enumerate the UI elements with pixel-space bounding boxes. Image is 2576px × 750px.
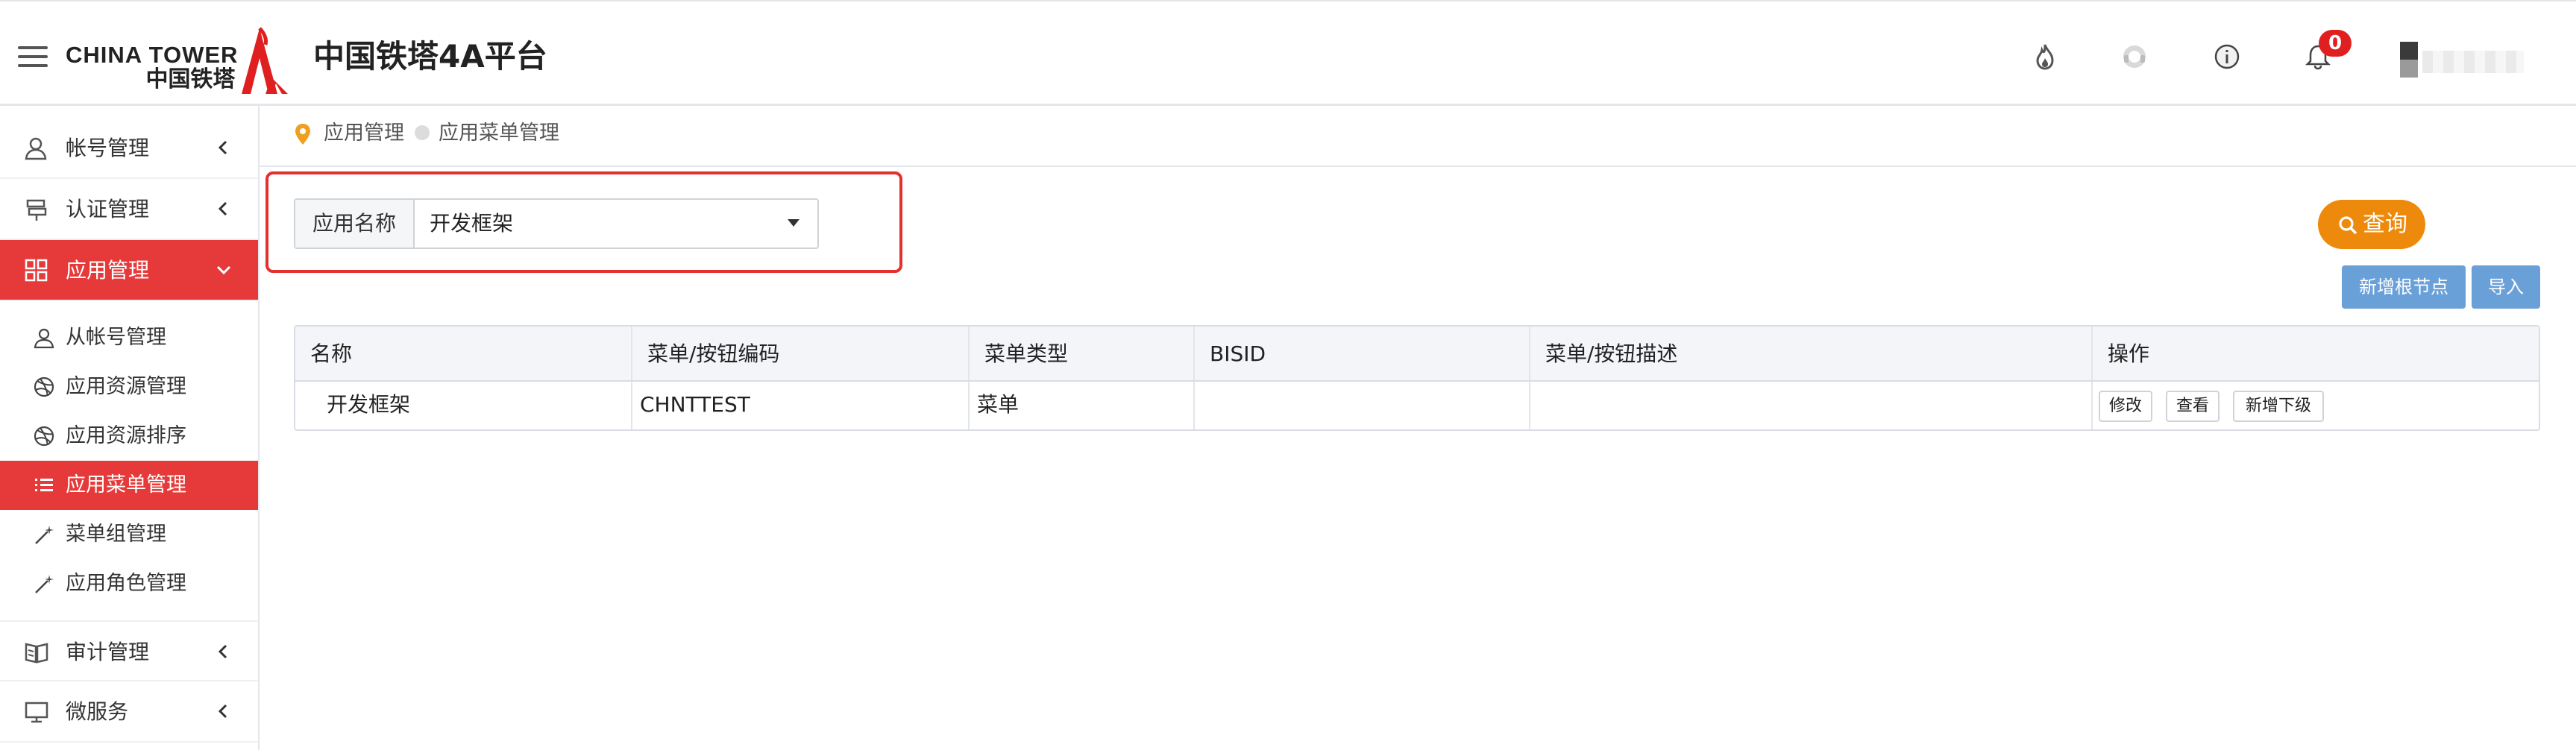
magic-wand-icon <box>35 526 54 544</box>
sidebar-subitem-app-role[interactable]: 应用角色管理 <box>0 559 258 608</box>
breadcrumb: 应用管理 应用菜单管理 <box>260 106 2576 167</box>
menu-toggle-icon[interactable] <box>18 46 48 67</box>
query-button-label: 查询 <box>2363 211 2407 237</box>
cell-code: CHNTTEST <box>632 382 970 429</box>
chevron-left-icon <box>218 140 227 155</box>
monitor-icon <box>25 702 48 723</box>
location-pin-icon <box>295 124 310 145</box>
sidebar-item-label: 帐号管理 <box>66 136 150 160</box>
dribbble-icon <box>34 426 54 447</box>
app-name-select[interactable]: 开发框架 <box>415 200 817 248</box>
sidebar: 帐号管理 认证管理 应用管理 从帐号管理 应用资源管理 应用资源排序 应用菜单管… <box>0 106 260 750</box>
support-headset-icon[interactable] <box>2120 42 2149 72</box>
sidebar-item-auth[interactable]: 认证管理 <box>0 179 258 240</box>
china-tower-logo-icon <box>242 27 288 94</box>
breadcrumb-separator <box>415 125 430 140</box>
sidebar-subitem-label: 从帐号管理 <box>66 326 166 349</box>
logo: CHINA TOWER 中国铁塔 <box>66 43 238 92</box>
list-icon <box>35 479 53 491</box>
sidebar-item-audit[interactable]: 审计管理 <box>0 620 258 681</box>
user-account-icon <box>25 137 47 160</box>
column-header: 菜单/按钮编码 <box>632 327 970 380</box>
sidebar-subitem-label: 应用资源排序 <box>66 424 186 447</box>
notification-badge: 0 <box>2319 30 2352 57</box>
column-header: 菜单类型 <box>970 327 1195 380</box>
cell-desc <box>1530 382 2093 429</box>
user-icon <box>34 328 54 349</box>
app-title: 中国铁塔4A平台 <box>313 38 547 75</box>
edit-button[interactable]: 修改 <box>2099 391 2152 422</box>
cell-type: 菜单 <box>970 382 1195 429</box>
top-header: CHINA TOWER 中国铁塔 中国铁塔4A平台 0 <box>0 0 2576 106</box>
menu-table: 名称 菜单/按钮编码 菜单类型 BISID 菜单/按钮描述 操作 开发框架 CH… <box>294 325 2540 431</box>
add-child-button[interactable]: 新增下级 <box>2233 391 2324 422</box>
logo-chinese: 中国铁塔 <box>145 66 236 92</box>
sidebar-subitem-label: 菜单组管理 <box>66 523 166 546</box>
sidebar-subitem-sub-account[interactable]: 从帐号管理 <box>0 313 258 362</box>
sidebar-subitem-label: 应用菜单管理 <box>66 473 186 497</box>
sidebar-item-account[interactable]: 帐号管理 <box>0 118 258 179</box>
signpost-icon <box>26 199 47 221</box>
book-icon <box>25 643 48 664</box>
dribbble-icon <box>34 376 54 397</box>
view-button[interactable]: 查看 <box>2166 391 2220 422</box>
search-icon <box>2339 216 2357 235</box>
app-name-selected-value: 开发框架 <box>430 211 514 236</box>
sidebar-item-microservice[interactable]: 微服务 <box>0 681 258 743</box>
app-name-filter: 应用名称 开发框架 <box>294 198 819 249</box>
sidebar-item-label: 认证管理 <box>66 197 150 221</box>
cell-bisid <box>1195 382 1530 429</box>
logo-english: CHINA TOWER <box>66 42 239 68</box>
column-header: BISID <box>1195 327 1530 380</box>
fire-icon[interactable] <box>2030 42 2060 72</box>
info-icon[interactable] <box>2212 42 2242 72</box>
sidebar-subitem-label: 应用角色管理 <box>66 572 186 595</box>
sidebar-subitem-menu-group[interactable]: 菜单组管理 <box>0 510 258 559</box>
sidebar-item-label: 微服务 <box>66 699 129 724</box>
column-header: 操作 <box>2108 341 2150 366</box>
chevron-left-icon <box>218 644 227 659</box>
table-header: 名称 菜单/按钮编码 菜单类型 BISID 菜单/按钮描述 操作 <box>295 327 2539 382</box>
sidebar-item-app-management[interactable]: 应用管理 <box>0 240 258 301</box>
sidebar-subitem-app-resource[interactable]: 应用资源管理 <box>0 362 258 412</box>
app-name-label: 应用名称 <box>295 200 415 248</box>
caret-down-icon <box>788 219 799 227</box>
cell-name: 开发框架 <box>295 382 632 429</box>
sidebar-item-label: 应用管理 <box>66 258 150 283</box>
import-button[interactable]: 导入 <box>2472 265 2540 309</box>
sidebar-subitem-app-menu[interactable]: 应用菜单管理 <box>0 461 258 510</box>
sidebar-subitem-app-resource-sort[interactable]: 应用资源排序 <box>0 412 258 461</box>
grid-icon <box>25 259 48 282</box>
chevron-left-icon <box>218 704 227 719</box>
add-root-node-button[interactable]: 新增根节点 <box>2342 265 2466 309</box>
column-header: 名称 <box>295 327 632 380</box>
column-header: 菜单/按钮描述 <box>1530 327 2093 380</box>
chevron-left-icon <box>218 201 227 216</box>
query-button[interactable]: 查询 <box>2318 200 2425 249</box>
cell-actions: 修改 查看 新增下级 <box>2093 382 2539 429</box>
magic-wand-icon <box>35 575 54 593</box>
breadcrumb-level1[interactable]: 应用管理 <box>324 119 404 148</box>
chevron-down-icon <box>216 265 231 275</box>
breadcrumb-level2: 应用菜单管理 <box>439 122 559 145</box>
user-avatar[interactable] <box>2400 42 2527 79</box>
table-row[interactable]: 开发框架 CHNTTEST 菜单 修改 查看 新增下级 <box>295 382 2539 429</box>
sidebar-subitem-label: 应用资源管理 <box>66 375 186 398</box>
sidebar-item-label: 审计管理 <box>66 640 150 664</box>
